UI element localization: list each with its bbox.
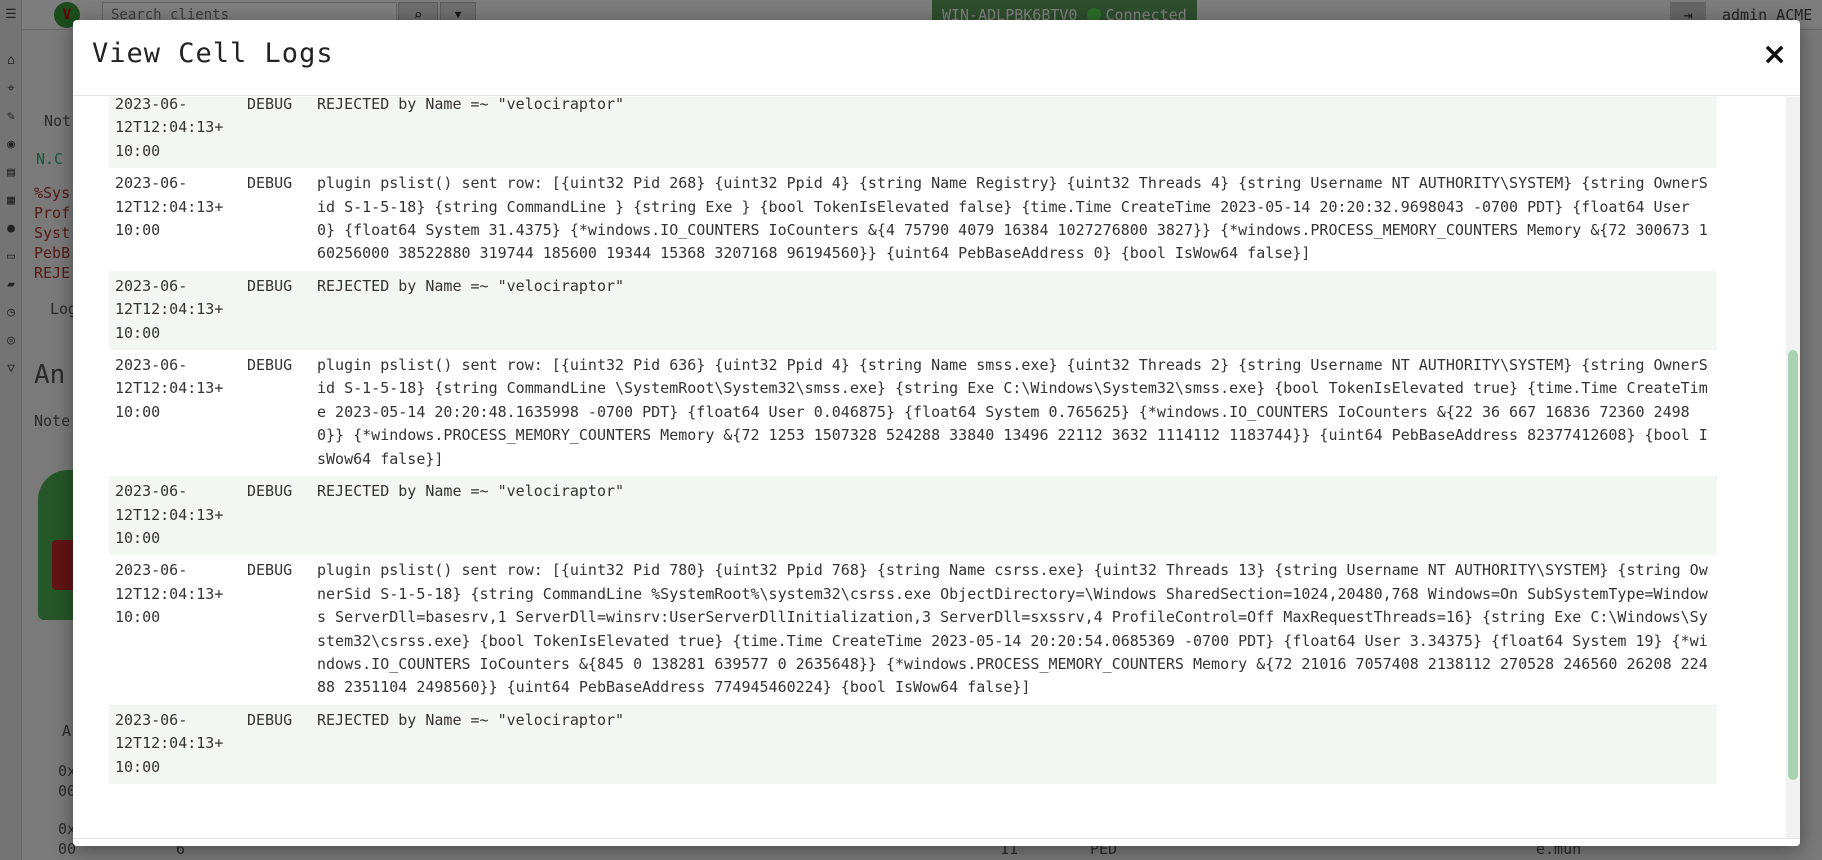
log-level: DEBUG [241, 704, 311, 784]
close-icon: × [1762, 37, 1788, 72]
log-timestamp: 2023-06- 12T12:04:13+ 10:00 [109, 704, 241, 784]
log-row: 2023-06- 12T12:04:13+ 10:00 DEBUG plugin p… [109, 350, 1717, 477]
log-message: REJECTED by Name =~ "velociraptor" [311, 704, 1717, 784]
modal-header: View Cell Logs × [73, 20, 1800, 96]
log-row: 2023-06- 12T12:04:13+ 10:00 DEBUG plugin p… [109, 168, 1717, 271]
log-row: 2023-06- 12T12:04:13+ 10:00 DEBUG REJECTED… [109, 97, 1717, 169]
modal-title: View Cell Logs [92, 38, 334, 69]
logs-body[interactable]: 2023-06- 12T12:04:13+ 10:00 DEBUG REJECTED… [73, 97, 1800, 839]
log-level: DEBUG [241, 555, 311, 705]
log-timestamp: 2023-06- 12T12:04:13+ 10:00 [109, 168, 241, 271]
logs-table: 2023-06- 12T12:04:13+ 10:00 DEBUG REJECTED… [109, 97, 1717, 784]
log-level: DEBUG [241, 476, 311, 556]
log-level: DEBUG [241, 350, 311, 477]
log-level: DEBUG [241, 270, 311, 351]
log-row: 2023-06- 12T12:04:13+ 10:00 DEBUG REJECTED… [109, 270, 1717, 351]
log-message: REJECTED by Name =~ "velociraptor" [311, 476, 1717, 556]
scrollbar[interactable] [1786, 97, 1800, 839]
view-cell-logs-dialog: View Cell Logs × 2023-06- 12T12:04:13+ 1… [73, 20, 1800, 846]
log-level: DEBUG [241, 168, 311, 271]
log-row: 2023-06- 12T12:04:13+ 10:00 DEBUG plugin p… [109, 555, 1717, 705]
log-row: 2023-06- 12T12:04:13+ 10:00 DEBUG REJECTED… [109, 476, 1717, 556]
scrollbar-thumb[interactable] [1788, 350, 1798, 780]
log-timestamp: 2023-06- 12T12:04:13+ 10:00 [109, 476, 241, 556]
log-level: DEBUG [241, 97, 311, 169]
log-timestamp: 2023-06- 12T12:04:13+ 10:00 [109, 270, 241, 351]
log-row: 2023-06- 12T12:04:13+ 10:00 DEBUG REJECTED… [109, 704, 1717, 784]
log-timestamp: 2023-06- 12T12:04:13+ 10:00 [109, 555, 241, 705]
log-timestamp: 2023-06- 12T12:04:13+ 10:00 [109, 350, 241, 477]
close-button[interactable]: × [1756, 36, 1788, 72]
modal-footer [73, 838, 1800, 846]
log-message: REJECTED by Name =~ "velociraptor" [311, 270, 1717, 351]
log-message: plugin pslist() sent row: [{uint32 Pid 6… [311, 350, 1717, 477]
log-message: plugin pslist() sent row: [{uint32 Pid 7… [311, 555, 1717, 705]
log-message: REJECTED by Name =~ "velociraptor" [311, 97, 1717, 169]
log-timestamp: 2023-06- 12T12:04:13+ 10:00 [109, 97, 241, 169]
log-message: plugin pslist() sent row: [{uint32 Pid 2… [311, 168, 1717, 271]
